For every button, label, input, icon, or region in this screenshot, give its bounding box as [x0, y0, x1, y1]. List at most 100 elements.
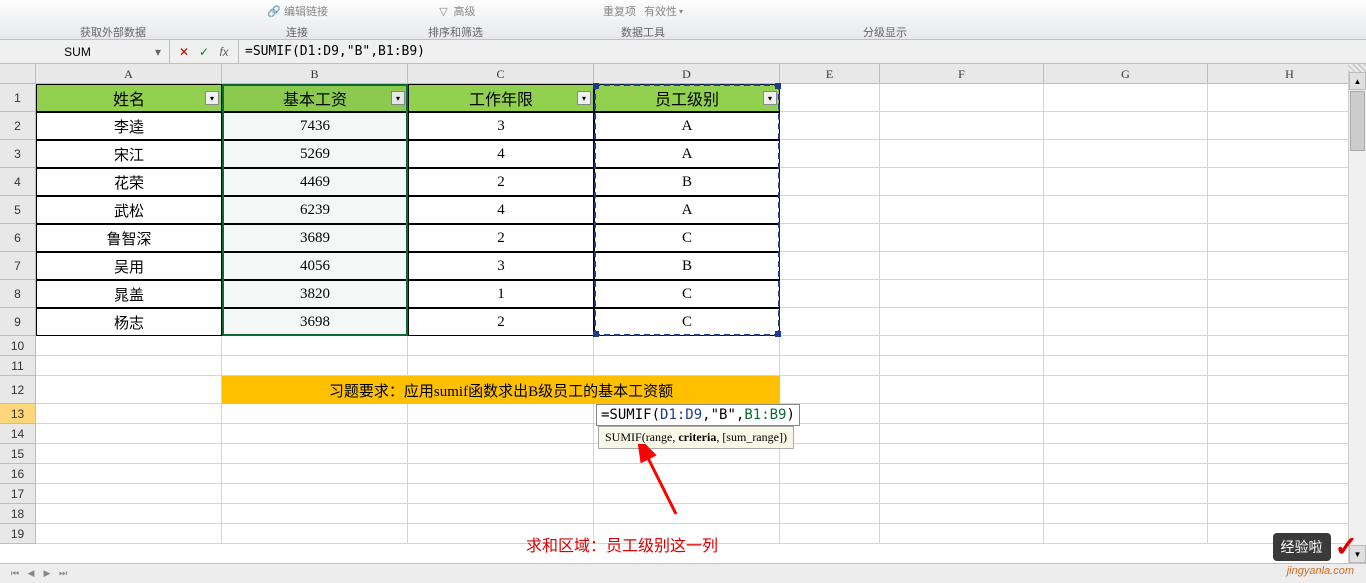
cell[interactable] — [594, 464, 780, 484]
cell[interactable] — [1044, 464, 1208, 484]
cell[interactable] — [780, 524, 880, 544]
cell[interactable] — [222, 504, 408, 524]
cell[interactable]: 4469 — [222, 168, 408, 196]
column-header[interactable]: A — [36, 64, 222, 83]
edit-links-button[interactable]: 🔗 编辑链接 — [266, 3, 328, 19]
cell[interactable]: 吴用 — [36, 252, 222, 280]
filter-dropdown-icon[interactable]: ▾ — [577, 91, 591, 105]
cell[interactable] — [880, 168, 1044, 196]
cell[interactable]: 3698 — [222, 308, 408, 336]
cell[interactable] — [1208, 308, 1366, 336]
row-header[interactable]: 6 — [0, 224, 35, 252]
cell[interactable] — [1208, 404, 1366, 424]
cell[interactable] — [880, 280, 1044, 308]
cell[interactable]: 晁盖 — [36, 280, 222, 308]
cell[interactable]: 2 — [408, 224, 594, 252]
cell[interactable]: 杨志 — [36, 308, 222, 336]
column-header[interactable]: F — [880, 64, 1044, 83]
cell[interactable]: 1 — [408, 280, 594, 308]
cell[interactable]: 3820 — [222, 280, 408, 308]
cell[interactable] — [880, 376, 1044, 404]
tab-next-button[interactable]: ▶ — [40, 568, 54, 579]
cell[interactable] — [780, 140, 880, 168]
cell[interactable] — [408, 484, 594, 504]
cell[interactable] — [880, 404, 1044, 424]
cell[interactable] — [1044, 424, 1208, 444]
cell[interactable] — [780, 424, 880, 444]
cell[interactable] — [1208, 464, 1366, 484]
cell[interactable] — [222, 484, 408, 504]
row-header[interactable]: 13 — [0, 404, 35, 424]
scroll-up-button[interactable]: ▲ — [1349, 72, 1366, 90]
filter-dropdown-icon[interactable]: ▾ — [763, 91, 777, 105]
cell[interactable] — [880, 196, 1044, 224]
cell[interactable] — [1044, 356, 1208, 376]
cell[interactable] — [36, 504, 222, 524]
cell[interactable]: 李逵 — [36, 112, 222, 140]
cell[interactable] — [1208, 336, 1366, 356]
cell[interactable] — [1044, 112, 1208, 140]
cell[interactable]: 武松 — [36, 196, 222, 224]
filter-dropdown-icon[interactable]: ▾ — [205, 91, 219, 105]
table-header-cell[interactable]: 员工级别▾ — [594, 84, 780, 112]
cell[interactable] — [594, 336, 780, 356]
cell[interactable] — [36, 444, 222, 464]
cell[interactable] — [880, 484, 1044, 504]
advanced-filter-button[interactable]: ▽ 高级 — [436, 3, 476, 19]
cell[interactable] — [36, 424, 222, 444]
cell[interactable] — [1208, 140, 1366, 168]
cell[interactable] — [1044, 280, 1208, 308]
cell[interactable] — [222, 524, 408, 544]
tab-first-button[interactable]: ⏮ — [8, 568, 22, 579]
cell[interactable] — [880, 252, 1044, 280]
cell[interactable]: 宋江 — [36, 140, 222, 168]
cell[interactable]: 6239 — [222, 196, 408, 224]
vertical-scrollbar[interactable]: ▲ ▼ — [1348, 64, 1366, 563]
cell[interactable] — [1044, 196, 1208, 224]
formula-accept-button[interactable]: ✓ — [194, 45, 214, 59]
select-all-corner[interactable] — [0, 64, 36, 84]
cell[interactable] — [408, 424, 594, 444]
cell[interactable] — [780, 196, 880, 224]
column-header[interactable]: H — [1208, 64, 1366, 83]
cell[interactable] — [780, 252, 880, 280]
cell[interactable]: 4056 — [222, 252, 408, 280]
cell[interactable] — [1044, 336, 1208, 356]
cell[interactable] — [780, 168, 880, 196]
banner-cell[interactable]: 习题要求：应用sumif函数求出B级员工的基本工资额 — [222, 376, 780, 404]
row-header[interactable]: 14 — [0, 424, 35, 444]
cell[interactable]: B — [594, 168, 780, 196]
cell[interactable] — [880, 424, 1044, 444]
cell[interactable]: C — [594, 224, 780, 252]
cell[interactable] — [408, 464, 594, 484]
cell[interactable] — [1044, 252, 1208, 280]
cell[interactable] — [880, 224, 1044, 252]
cell[interactable] — [36, 376, 222, 404]
cell[interactable] — [1044, 484, 1208, 504]
cell[interactable] — [36, 404, 222, 424]
cell[interactable] — [1208, 484, 1366, 504]
cell[interactable] — [1208, 168, 1366, 196]
cell[interactable] — [780, 376, 880, 404]
cell[interactable] — [1044, 140, 1208, 168]
cell[interactable] — [780, 224, 880, 252]
filter-dropdown-icon[interactable]: ▾ — [391, 91, 405, 105]
cell[interactable]: 3 — [408, 252, 594, 280]
cell[interactable] — [1208, 112, 1366, 140]
column-header[interactable]: B — [222, 64, 408, 83]
cell[interactable] — [1208, 376, 1366, 404]
row-header[interactable]: 12 — [0, 376, 35, 404]
row-header[interactable]: 17 — [0, 484, 35, 504]
cell[interactable] — [880, 464, 1044, 484]
cell[interactable] — [36, 484, 222, 504]
cell[interactable] — [594, 356, 780, 376]
cell[interactable]: 3 — [408, 112, 594, 140]
row-header[interactable]: 1 — [0, 84, 35, 112]
row-header[interactable]: 8 — [0, 280, 35, 308]
cell[interactable]: C — [594, 280, 780, 308]
cell[interactable] — [408, 404, 594, 424]
tab-last-button[interactable]: ⏭ — [56, 568, 70, 579]
cell[interactable] — [1208, 196, 1366, 224]
cell[interactable]: 4 — [408, 196, 594, 224]
cell[interactable] — [780, 444, 880, 464]
